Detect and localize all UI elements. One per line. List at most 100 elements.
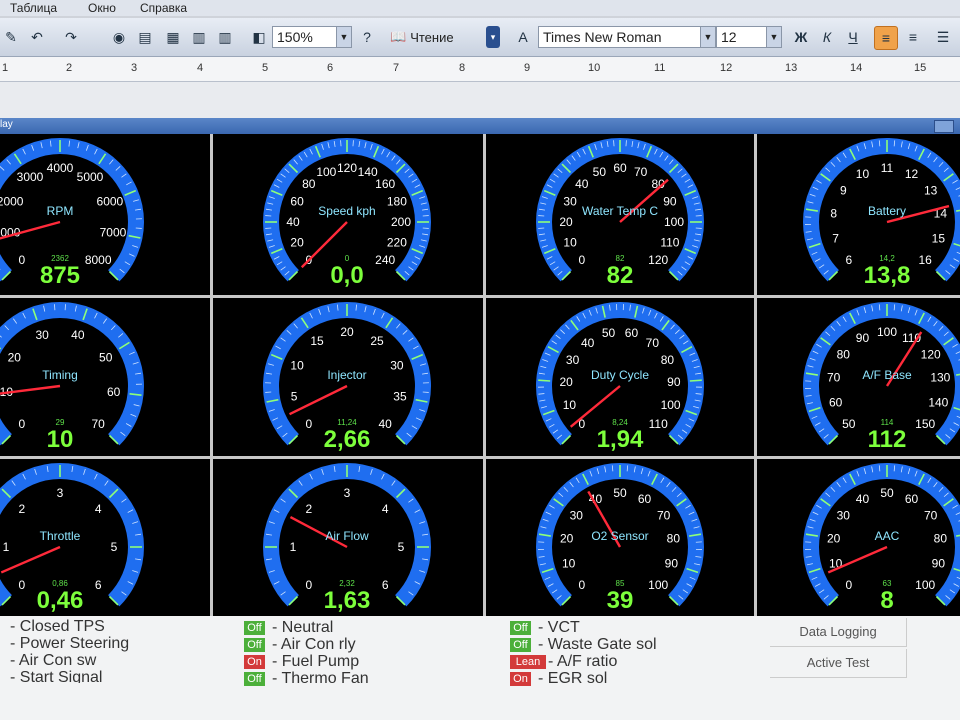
- pen-icon[interactable]: ✎: [0, 26, 22, 48]
- gauge-tick-label: 7: [832, 232, 839, 246]
- ruler-number: 8: [459, 62, 466, 74]
- ruler-number: 10: [588, 62, 601, 74]
- active-test-button[interactable]: Active Test: [770, 649, 907, 678]
- gauge-tick-label: 70: [924, 508, 938, 522]
- ruler-number: 7: [393, 62, 400, 74]
- close-icon[interactable]: [934, 120, 954, 133]
- chevron-down-icon[interactable]: ▼: [700, 27, 715, 47]
- italic-button[interactable]: К: [816, 26, 838, 48]
- ruler-number: 6: [327, 62, 334, 74]
- status-item: - EGR sol: [538, 670, 608, 684]
- status-badge: Off: [510, 621, 531, 635]
- status-item: - Air Con rly: [272, 636, 356, 653]
- display-window-titlebar: lay: [0, 118, 960, 134]
- gauge-tick-label: 20: [340, 325, 354, 339]
- reading-mode-button[interactable]: 📖 Чтение: [390, 27, 454, 47]
- toolbar-options-icon[interactable]: ▾: [486, 26, 500, 48]
- status-item: - Neutral: [272, 619, 334, 636]
- align-left-icon[interactable]: ≡: [874, 26, 898, 50]
- gauge-value: 8: [880, 587, 894, 614]
- align-right-icon[interactable]: ☰: [932, 26, 954, 48]
- zoom-select[interactable]: 150% ▼: [272, 26, 352, 48]
- help-icon[interactable]: ?: [356, 26, 378, 48]
- gauge-tick-label: 30: [566, 353, 580, 367]
- gauge-value: 1,63: [323, 587, 371, 614]
- gauge-tick-label: 50: [99, 350, 113, 364]
- gauge-tick-label: 2: [305, 502, 312, 516]
- ruler-number: 15: [914, 62, 927, 74]
- gauge-tick-label: 10: [562, 557, 576, 571]
- styles-icon[interactable]: A: [512, 26, 534, 48]
- gauge-air-flow: 0 1 2 3 4 5 6 Air Flow 2,32 1,63: [213, 459, 483, 616]
- ruler-number: 3: [131, 62, 138, 74]
- reading-mode-label: Чтение: [410, 29, 454, 45]
- bold-button[interactable]: Ж: [790, 26, 812, 48]
- gauge-timing: 010203040506070Timing2910: [0, 298, 210, 457]
- gauge-tick-label: 70: [646, 336, 660, 350]
- table-icon[interactable]: ▦: [162, 26, 184, 48]
- align-center-icon[interactable]: ≡: [902, 26, 924, 48]
- gauge-tick-label: 60: [625, 326, 639, 340]
- ruler-number: 5: [262, 62, 269, 74]
- grid-divider: [0, 295, 960, 298]
- drawing-icon[interactable]: ◧: [248, 26, 270, 48]
- font-name-value: Times New Roman: [543, 29, 662, 45]
- gauge-tick-label: 60: [107, 385, 121, 399]
- gauge-tick-label: 9: [840, 183, 847, 197]
- minor-tick: [893, 304, 896, 311]
- excel-icon[interactable]: ▥: [188, 26, 210, 48]
- gauge-label: Air Flow: [325, 529, 369, 543]
- underline-button[interactable]: Ч: [842, 26, 864, 48]
- menu-item-table[interactable]: Таблица: [10, 1, 57, 15]
- gauge-speed-kph: 020406080100120140160180200220240Speed k…: [213, 134, 483, 295]
- gauge-tick-label: 100: [877, 325, 897, 339]
- gauge-tick-label: 10: [856, 167, 870, 181]
- gauge-tick-label: 50: [602, 326, 616, 340]
- chevron-down-icon[interactable]: ▼: [336, 27, 351, 47]
- gauge-tick-label: 30: [35, 328, 49, 342]
- gauge-a-f-base: 50 60 70 80 90 100 110 120 130 140 150 A/F Base 114 1…: [757, 298, 960, 457]
- menu-item-help[interactable]: Справка: [140, 1, 187, 15]
- gauge-tick-label: 100: [661, 398, 681, 412]
- chevron-down-icon[interactable]: ▼: [766, 27, 781, 47]
- gauge-tick-label: 5: [291, 390, 298, 404]
- gauge-tick-label: 140: [928, 396, 948, 410]
- status-badge: On: [244, 655, 265, 669]
- undo-icon[interactable]: ↶: [26, 26, 48, 48]
- gauge-label: Timing: [42, 368, 78, 382]
- status-badge: Off: [244, 672, 265, 686]
- gauge-tick-label: 110: [660, 236, 679, 250]
- web-icon[interactable]: ◉: [108, 26, 130, 48]
- gauge-tick-label: 160: [375, 177, 395, 191]
- minor-tick: [878, 304, 881, 311]
- gauge-label: A/F Base: [862, 368, 912, 382]
- minor-tick: [626, 465, 629, 472]
- status-item: - Power Steering: [10, 635, 130, 652]
- gauge-tick-label: 30: [837, 508, 851, 522]
- gauge-tick-label: 20: [8, 350, 22, 364]
- gauge-tick-label: 40: [71, 328, 85, 342]
- data-logging-button[interactable]: Data Logging: [770, 618, 907, 647]
- status-item: - Closed TPS: [10, 618, 105, 635]
- columns-icon[interactable]: ▥: [214, 26, 236, 48]
- font-size-select[interactable]: 12 ▼: [716, 26, 782, 48]
- status-item: - Fuel Pump: [272, 653, 360, 670]
- ruler-number: 9: [524, 62, 531, 74]
- status-badge: Off: [244, 621, 265, 635]
- ruler-number: 2: [66, 62, 73, 74]
- grid-divider: [483, 134, 486, 616]
- menu-item-window[interactable]: Окно: [88, 1, 116, 15]
- gauge-tick-label: 11: [881, 161, 894, 175]
- status-item: - Start Signal: [10, 669, 103, 683]
- gauge-tick-label: 4: [382, 502, 389, 516]
- document-icon[interactable]: ▤: [134, 26, 156, 48]
- gauge-tick-label: 5000: [77, 170, 104, 184]
- gauge-value: 82: [606, 262, 634, 289]
- status-item: - Waste Gate sol: [538, 636, 657, 653]
- gauge-label: Battery: [867, 204, 906, 218]
- gauge-value: 875: [39, 262, 81, 289]
- redo-icon[interactable]: ↷: [60, 26, 82, 48]
- gauge-tick-label: 40: [575, 177, 589, 191]
- gauge-value: 1,94: [596, 426, 644, 453]
- font-name-select[interactable]: Times New Roman ▼: [538, 26, 716, 48]
